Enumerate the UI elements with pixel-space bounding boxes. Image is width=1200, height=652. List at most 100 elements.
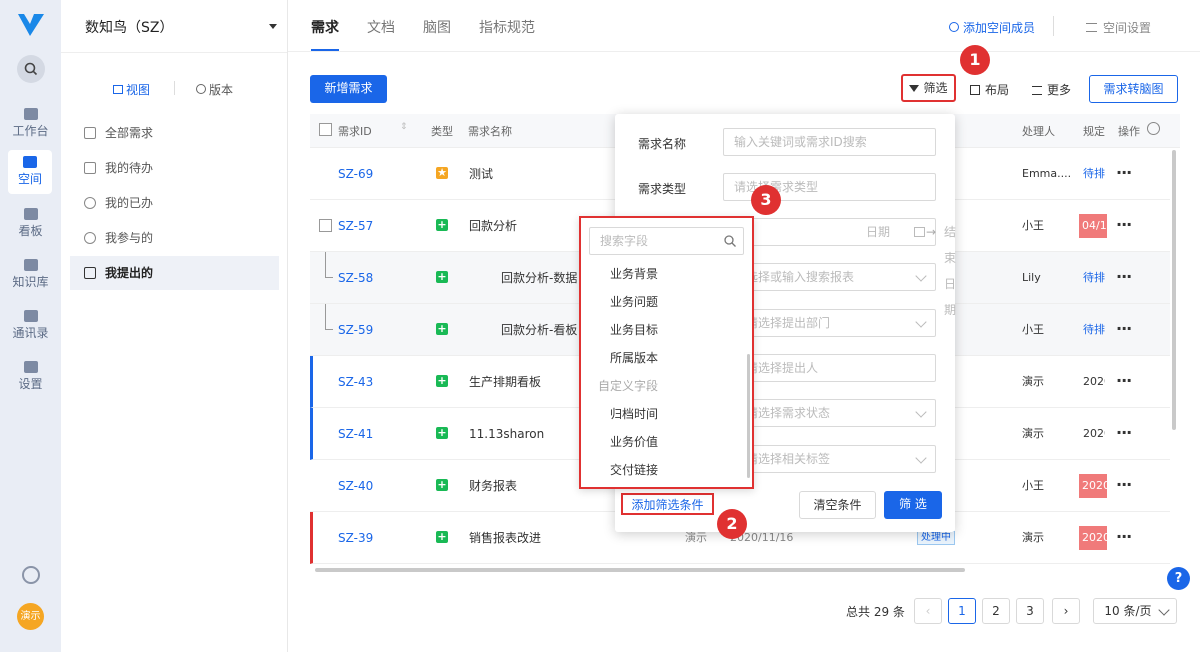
sliders-icon <box>1086 23 1097 32</box>
version-toggle[interactable]: 版本 <box>196 81 233 98</box>
side-item-involved[interactable]: 我参与的 <box>70 221 279 255</box>
row-id[interactable]: SZ-43 <box>338 356 373 408</box>
row-more-icon[interactable]: ··· <box>1116 304 1132 354</box>
row-deadline-tag: 04/1 <box>1079 214 1107 238</box>
field-option[interactable]: 归档时间 <box>610 405 658 422</box>
plus-type-icon: + <box>436 218 448 231</box>
help-bot-icon[interactable] <box>22 566 40 584</box>
vertical-scrollbar[interactable] <box>1172 150 1176 430</box>
row-more-icon[interactable]: ··· <box>1116 200 1132 250</box>
tab-docs[interactable]: 文档 <box>367 17 395 37</box>
row-name[interactable]: 11.13sharon <box>469 408 544 460</box>
row-id[interactable]: SZ-39 <box>338 512 373 564</box>
field-option[interactable]: 所属版本 <box>610 349 658 366</box>
row-name[interactable]: 回款分析 <box>469 200 517 252</box>
side-item-done[interactable]: 我的已办 <box>70 186 279 220</box>
space-settings-link[interactable]: 空间设置 <box>1086 19 1151 36</box>
rail-item-contacts[interactable]: 通讯录 <box>0 306 61 344</box>
more-button[interactable]: 更多 <box>1032 81 1071 98</box>
field-option[interactable]: 业务问题 <box>610 293 658 310</box>
horizontal-scrollbar[interactable] <box>315 568 965 572</box>
row-id[interactable]: SZ-41 <box>338 408 373 460</box>
row-name[interactable]: 财务报表 <box>469 460 517 512</box>
search-button[interactable] <box>17 55 45 83</box>
name-search-input[interactable]: 输入关键词或需求ID搜索 <box>723 128 936 156</box>
row-more-icon[interactable]: ··· <box>1116 356 1132 406</box>
header-handler: 处理人 <box>1022 125 1055 138</box>
page-1[interactable]: 1 <box>948 598 976 624</box>
row-name[interactable]: 生产排期看板 <box>469 356 541 408</box>
row-more-icon[interactable]: ··· <box>1116 408 1132 458</box>
row-more-icon[interactable]: ··· <box>1116 512 1132 562</box>
rail-item-board[interactable]: 看板 <box>0 204 61 242</box>
field-option[interactable]: 交付链接 <box>610 461 658 478</box>
side-item-raised[interactable]: 我提出的 <box>70 256 279 290</box>
page-size-select[interactable]: 10 条/页 <box>1093 598 1177 624</box>
workspace-selector[interactable]: 数知鸟（SZ） <box>85 17 277 37</box>
row-id[interactable]: SZ-57 <box>338 200 373 252</box>
prev-page-button[interactable]: ‹ <box>914 598 942 624</box>
field-scrollbar[interactable] <box>747 354 750 478</box>
row-id[interactable]: SZ-40 <box>338 460 373 512</box>
tab-mindmap[interactable]: 脑图 <box>423 17 451 37</box>
rail-item-workspace[interactable]: 工作台 <box>0 104 61 142</box>
row-more-icon[interactable]: ··· <box>1116 252 1132 302</box>
dept-select[interactable]: 请选择提出部门 <box>723 309 936 337</box>
report-select[interactable]: 选择或输入搜索报表 <box>723 263 936 291</box>
field-picker: 搜索字段 业务背景 业务问题 业务目标 所属版本 自定义字段 归档时间 业务价值… <box>579 216 754 489</box>
row-name[interactable]: 回款分析-数据 <box>501 252 577 304</box>
side-item-all[interactable]: 全部需求 <box>70 116 279 150</box>
add-member-link[interactable]: 添加空间成员 <box>949 19 1035 36</box>
row-more-icon[interactable]: ··· <box>1116 460 1132 510</box>
row-name[interactable]: 销售报表改进 <box>469 512 541 564</box>
field-option[interactable]: 业务目标 <box>610 321 658 338</box>
rail-item-settings[interactable]: 设置 <box>0 357 61 395</box>
tab-requirements[interactable]: 需求 <box>311 17 339 37</box>
field-search-input[interactable]: 搜索字段 <box>589 227 744 255</box>
row-handler: 小王 <box>1022 479 1044 492</box>
user-avatar[interactable]: 演示 <box>17 603 44 630</box>
row-more-icon[interactable]: ··· <box>1116 148 1132 198</box>
rail-item-knowledge[interactable]: 知识库 <box>0 255 61 293</box>
add-condition-link[interactable]: 添加筛选条件 <box>621 493 714 515</box>
date-start: 日期 <box>866 225 891 239</box>
help-icon[interactable]: ? <box>1167 567 1190 590</box>
next-page-button[interactable]: › <box>1052 598 1080 624</box>
calendar-icon <box>914 227 925 237</box>
to-mindmap-button[interactable]: 需求转脑图 <box>1089 75 1178 103</box>
person-select[interactable]: 请选择提出人 <box>723 354 936 382</box>
view-toggle[interactable]: 视图 <box>113 81 150 98</box>
divider <box>288 51 1200 52</box>
app-logo[interactable] <box>16 12 46 38</box>
row-id[interactable]: SZ-69 <box>338 148 373 200</box>
row-name[interactable]: 回款分析-看板 <box>501 304 577 356</box>
rail-item-space[interactable]: 空间 <box>8 150 52 194</box>
row-id[interactable]: SZ-59 <box>338 304 373 356</box>
caret-down-icon <box>269 24 277 29</box>
plus-type-icon: + <box>436 270 448 283</box>
page-3[interactable]: 3 <box>1016 598 1044 624</box>
sort-icon[interactable]: ⇕ <box>400 122 408 132</box>
field-option[interactable]: 业务背景 <box>610 265 658 282</box>
apply-filter-button[interactable]: 筛 选 <box>884 491 942 519</box>
tree-line <box>325 277 333 278</box>
filter-button[interactable]: 筛选 <box>901 74 956 102</box>
layout-button[interactable]: 布局 <box>970 81 1009 98</box>
column-settings-icon[interactable] <box>1147 122 1160 135</box>
tab-metrics[interactable]: 指标规范 <box>479 17 535 37</box>
date-range-input[interactable]: 日期 → 结束日期 <box>723 218 956 317</box>
status-select[interactable]: 请选择需求状态 <box>723 399 936 427</box>
tag-select[interactable]: 请选择相关标签 <box>723 445 936 473</box>
field-option[interactable]: 业务价值 <box>610 433 658 450</box>
collapse-icon[interactable] <box>319 219 332 232</box>
header-deadline: 规定 <box>1083 125 1105 138</box>
row-id[interactable]: SZ-58 <box>338 252 373 304</box>
page-2[interactable]: 2 <box>982 598 1010 624</box>
collapse-all-checkbox[interactable] <box>319 123 332 136</box>
side-item-todo[interactable]: 我的待办 <box>70 151 279 185</box>
new-requirement-button[interactable]: 新增需求 <box>310 75 387 103</box>
row-name[interactable]: 测试 <box>469 148 493 200</box>
workspace-name: 数知鸟（SZ） <box>85 20 174 36</box>
divider <box>61 52 287 53</box>
clear-conditions-button[interactable]: 清空条件 <box>799 491 876 519</box>
